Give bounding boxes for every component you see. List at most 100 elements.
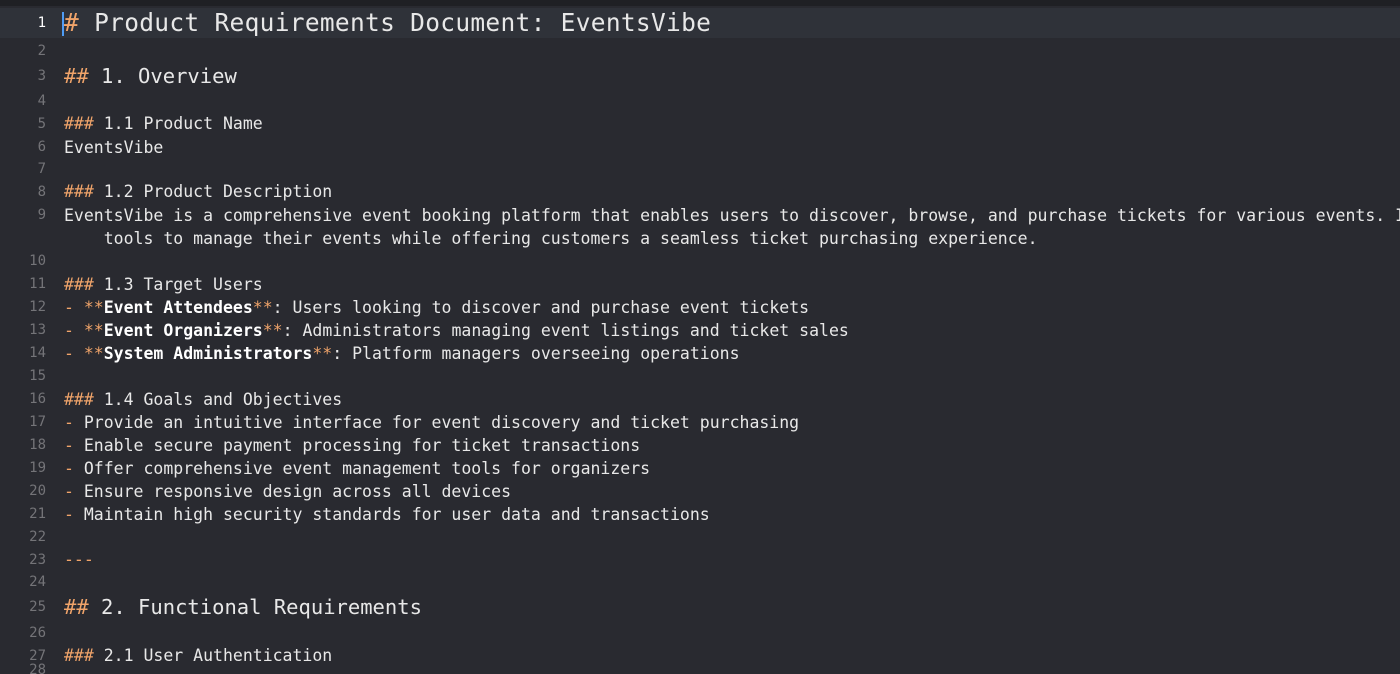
code-line[interactable]: 23 --- (0, 548, 1400, 572)
line-number: 21 (29, 506, 46, 522)
text-span: : Users looking to discover and purchase… (272, 298, 810, 317)
markdown-syntax: ### (64, 114, 104, 133)
text-span: 1. Overview (101, 64, 237, 88)
markdown-syntax: ** (262, 321, 283, 340)
code-line[interactable]: 3 ## 1. Overview (0, 60, 1400, 92)
line-number: 24 (29, 574, 46, 590)
text-span: 1.2 Product Description (103, 182, 333, 201)
code-line[interactable]: 15 (0, 365, 1400, 388)
text-cursor (62, 12, 64, 36)
code-line[interactable]: 13 - **Event Organizers**: Administrators… (0, 319, 1400, 342)
line-text: - **Event Attendees**: Users looking to … (64, 296, 809, 319)
code-line[interactable]: 10 (0, 250, 1400, 273)
markdown-syntax: - (64, 482, 84, 501)
line-text: EventsVibe is a comprehensive event book… (64, 204, 1400, 227)
code-line[interactable]: 14- **System Administrators**: Platform … (0, 342, 1400, 365)
code-line[interactable]: 7 (0, 159, 1400, 180)
markdown-syntax: # (64, 8, 95, 37)
line-text: - Ensure responsive design across all de… (64, 480, 511, 503)
line-number: 16 (29, 391, 46, 407)
markdown-syntax: ** (312, 344, 333, 363)
line-text: ## 1. Overview (64, 60, 237, 92)
line-number: 3 (37, 68, 46, 84)
code-line[interactable]: 11 ### 1.3 Target Users (0, 273, 1400, 296)
line-number: 2 (37, 43, 46, 59)
line-number: 22 (29, 529, 46, 545)
code-line[interactable]: 21 - Maintain high security standards for… (0, 503, 1400, 526)
text-span: Offer comprehensive event management too… (83, 459, 651, 478)
code-line[interactable]: 6 EventsVibe (0, 136, 1400, 159)
markdown-syntax: - (64, 413, 84, 432)
markdown-syntax: ### (64, 275, 104, 294)
code-line[interactable]: 9 EventsVibe is a comprehensive event boo… (0, 204, 1400, 227)
line-text: - Maintain high security standards for u… (64, 503, 710, 526)
line-number: 14 (29, 345, 46, 361)
text-span: Enable secure payment processing for tic… (83, 436, 641, 455)
text-span: : Platform managers overseeing operation… (332, 344, 740, 363)
line-number: 28 (29, 662, 46, 674)
text-span: 2. Functional Requirements (101, 595, 422, 619)
line-text: - Provide an intuitive interface for eve… (64, 411, 799, 434)
markdown-syntax: - (64, 344, 84, 363)
code-line[interactable]: 5 ### 1.1 Product Name (0, 112, 1400, 136)
code-line[interactable]: 17 - Provide an intuitive interface for e… (0, 411, 1400, 434)
text-span: Maintain high security standards for use… (83, 505, 710, 524)
code-line[interactable]: tools to manage their events while offer… (0, 227, 1400, 250)
markdown-syntax: - (64, 436, 84, 455)
markdown-syntax: ** (83, 344, 104, 363)
markdown-syntax: --- (64, 550, 94, 569)
code-line[interactable]: 8 ### 1.2 Product Description (0, 180, 1400, 204)
line-number: 8 (37, 184, 46, 200)
line-text: ### 1.4 Goals and Objectives (64, 388, 342, 411)
code-line[interactable]: 12 - **Event Attendees**: Users looking t… (0, 296, 1400, 319)
markdown-syntax: ** (252, 298, 273, 317)
line-text: EventsVibe (64, 136, 163, 159)
code-line[interactable]: 24 (0, 572, 1400, 592)
code-line[interactable]: 16 ### 1.4 Goals and Objectives (0, 388, 1400, 411)
line-number: 1 (37, 15, 46, 31)
text-span: 1.4 Goals and Objectives (103, 390, 343, 409)
line-number: 9 (37, 207, 46, 223)
line-text: ### 1.3 Target Users (64, 273, 263, 296)
line-text: - Enable secure payment processing for t… (64, 434, 640, 457)
line-text: - **Event Organizers**: Administrators m… (64, 319, 849, 342)
line-text: - **System Administrators**: Platform ma… (64, 342, 740, 365)
code-line[interactable]: 4 (0, 91, 1400, 111)
line-text: ### 1.2 Product Description (64, 180, 332, 204)
line-number: 7 (37, 161, 46, 177)
bold-text: Event Organizers (103, 321, 263, 340)
line-number: 4 (37, 93, 46, 109)
line-number: 18 (29, 437, 46, 453)
text-span: tools to manage their events while offer… (64, 229, 1038, 248)
code-editor[interactable]: 1 # Product Requirements Document: Events… (0, 0, 1400, 674)
bold-text: System Administrators (103, 344, 313, 363)
text-span: EventsVibe is a comprehensive event book… (64, 206, 1400, 225)
line-number: 17 (29, 414, 46, 430)
code-line[interactable]: 1 # Product Requirements Document: Events… (0, 8, 1400, 38)
code-line[interactable]: 18 - Enable secure payment processing for… (0, 434, 1400, 457)
code-line[interactable]: 27 ### 2.1 User Authentication (0, 644, 1400, 668)
code-line[interactable]: 19 - Offer comprehensive event management… (0, 457, 1400, 480)
markdown-syntax: ### (64, 390, 104, 409)
markdown-syntax: ** (83, 298, 104, 317)
markdown-syntax: ### (64, 182, 104, 201)
line-number: 19 (29, 460, 46, 476)
markdown-syntax: - (64, 459, 84, 478)
code-line[interactable]: 20 - Ensure responsive design across all … (0, 480, 1400, 503)
code-line[interactable]: 2 (0, 42, 1400, 60)
text-span: Ensure responsive design across all devi… (83, 482, 512, 501)
code-line[interactable]: 28 (0, 662, 1400, 674)
line-number: 6 (37, 139, 46, 155)
bold-text: Event Attendees (103, 298, 253, 317)
line-number: 13 (29, 322, 46, 338)
line-number: 15 (29, 368, 46, 384)
line-number: 12 (29, 299, 46, 315)
text-span: EventsVibe (64, 138, 164, 157)
code-line[interactable]: 26 (0, 622, 1400, 644)
text-span: : Administrators managing event listings… (282, 321, 849, 340)
code-line[interactable]: 25 ## 2. Functional Requirements (0, 592, 1400, 622)
code-line[interactable]: 22 (0, 526, 1400, 548)
text-span: 1.1 Product Name (103, 114, 263, 133)
line-text: # Product Requirements Document: EventsV… (64, 8, 711, 38)
markdown-syntax: ** (83, 321, 104, 340)
